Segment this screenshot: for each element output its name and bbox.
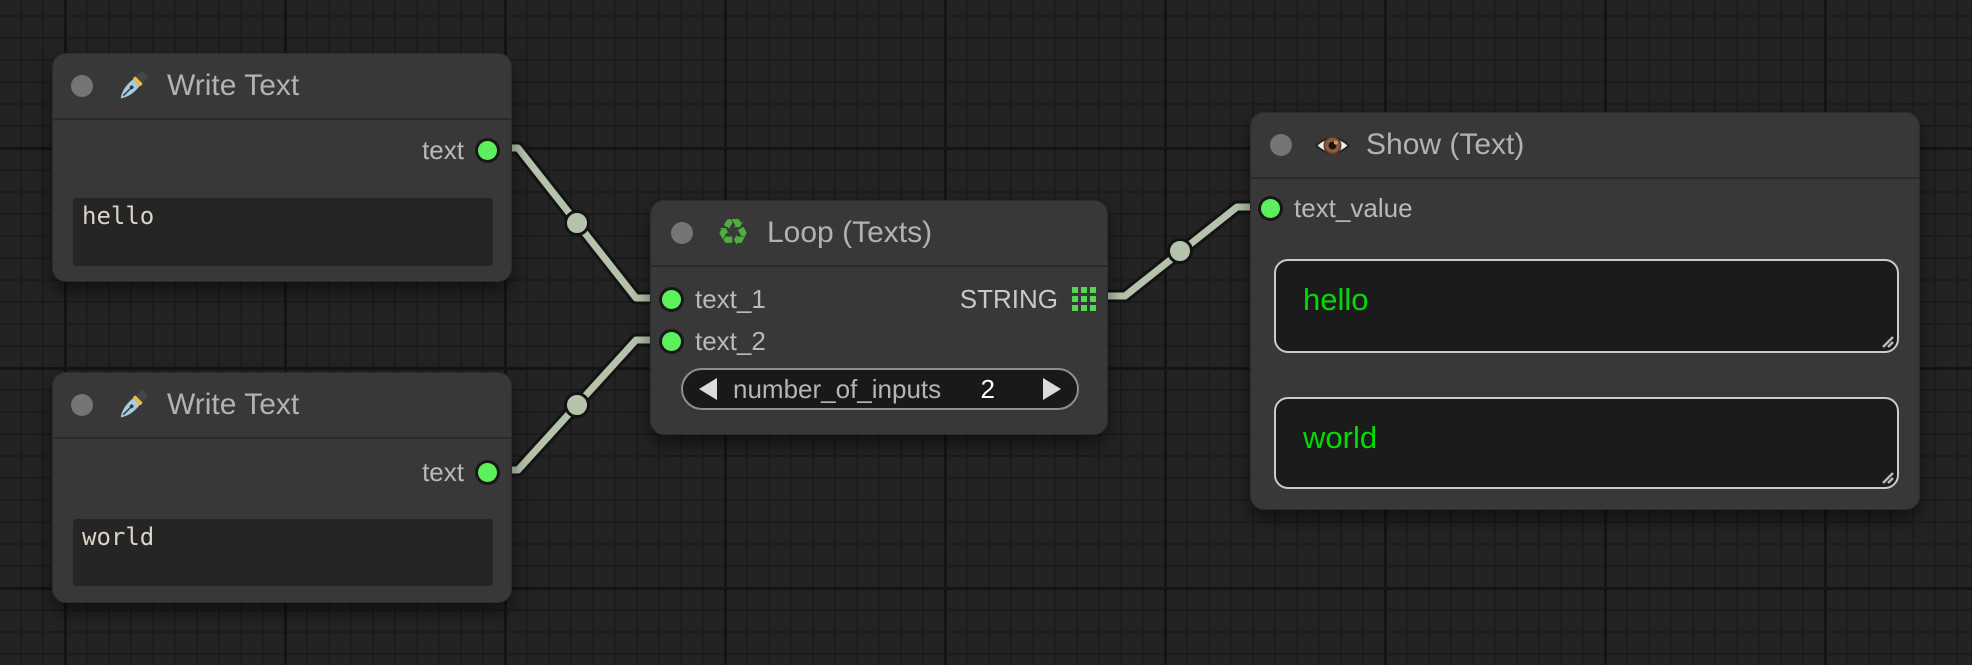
node-title: Loop (Texts) (767, 216, 932, 250)
collapse-dot[interactable] (671, 222, 693, 244)
output-port-label: text (422, 138, 464, 162)
output-port-label: STRING (960, 287, 1058, 311)
node-loop-texts[interactable]: ♻ Loop (Texts) text_1 text_2 STRING numb… (650, 200, 1108, 435)
collapse-dot[interactable] (71, 75, 93, 97)
node-header[interactable]: ♻ Loop (Texts) (651, 201, 1107, 267)
input-port-row: text_2 (662, 329, 766, 353)
input-port-dot[interactable] (662, 290, 681, 309)
reroute-dot[interactable] (566, 394, 589, 417)
output-port-dot[interactable] (478, 463, 497, 482)
text-field[interactable]: world (73, 519, 493, 586)
reroute-dot[interactable] (1169, 240, 1192, 263)
node-write-text-bottom[interactable]: Write Text text world (52, 372, 512, 603)
grid-icon[interactable] (1072, 287, 1096, 311)
input-port-row: text_value (1261, 196, 1413, 220)
node-title: Show (Text) (1366, 128, 1524, 162)
increment-arrow-icon[interactable] (1043, 378, 1061, 400)
node-header[interactable]: Show (Text) (1251, 113, 1919, 179)
text-field[interactable]: hello (73, 198, 493, 266)
eye-icon (1313, 126, 1351, 164)
input-port-label: text_value (1294, 196, 1413, 220)
input-port-dot[interactable] (662, 332, 681, 351)
output-port-row: STRING (960, 287, 1096, 311)
node-write-text-top[interactable]: Write Text text hello (52, 53, 512, 282)
input-port-dot[interactable] (1261, 199, 1280, 218)
input-port-row: text_1 (662, 287, 766, 311)
input-port-label: text_1 (695, 287, 766, 311)
collapse-dot[interactable] (71, 394, 93, 416)
output-port-row: text (422, 138, 497, 162)
show-value-field[interactable]: world (1274, 397, 1899, 489)
collapse-dot[interactable] (1270, 134, 1292, 156)
show-value-box: hello (1274, 259, 1899, 353)
node-title: Write Text (167, 69, 299, 103)
node-show-text[interactable]: Show (Text) text_value hello world (1250, 112, 1920, 510)
output-port-dot[interactable] (478, 141, 497, 160)
node-title: Write Text (167, 388, 299, 422)
reroute-dot[interactable] (566, 212, 589, 235)
number-of-inputs-stepper[interactable]: number_of_inputs 2 (681, 368, 1079, 410)
node-header[interactable]: Write Text (53, 373, 511, 439)
input-port-label: text_2 (695, 329, 766, 353)
node-editor-canvas[interactable]: { "canvas": { "background_color": "#2323… (0, 0, 1972, 665)
node-header[interactable]: Write Text (53, 54, 511, 120)
recycle-icon: ♻ (714, 214, 752, 252)
decrement-arrow-icon[interactable] (699, 378, 717, 400)
output-port-row: text (422, 460, 497, 484)
output-port-label: text (422, 460, 464, 484)
pen-icon (114, 386, 152, 424)
show-value-box: world (1274, 397, 1899, 489)
show-value-field[interactable]: hello (1274, 259, 1899, 353)
stepper-value: 2 (981, 374, 995, 405)
pen-icon (114, 67, 152, 105)
stepper-label: number_of_inputs (733, 374, 941, 405)
